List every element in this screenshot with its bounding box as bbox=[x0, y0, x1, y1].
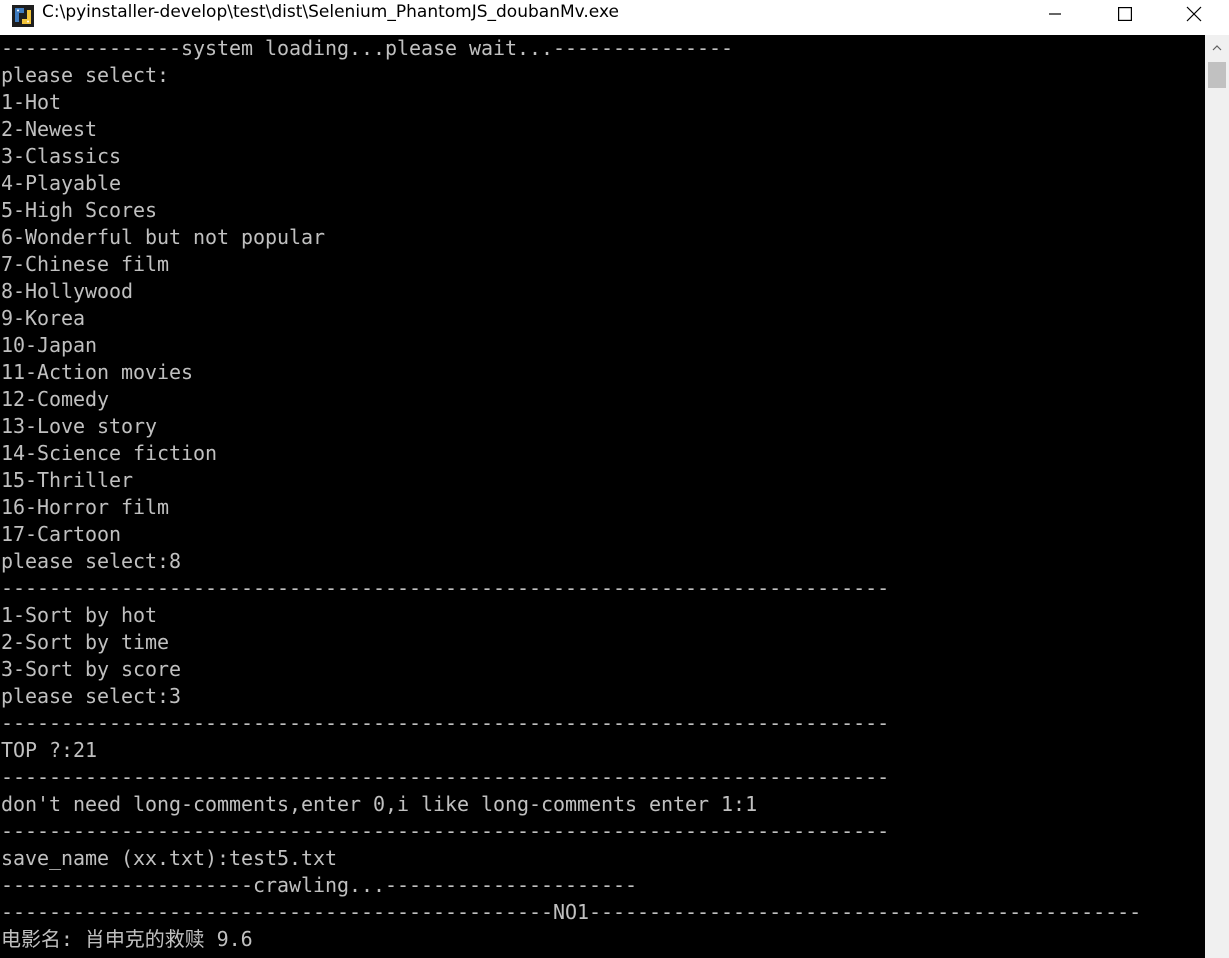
chevron-up-icon bbox=[1212, 38, 1222, 56]
window-title: C:\pyinstaller-develop\test\dist\Seleniu… bbox=[42, 2, 619, 22]
scroll-thumb[interactable] bbox=[1208, 62, 1226, 88]
scroll-up-button[interactable] bbox=[1205, 35, 1229, 59]
console-line: save_name (xx.txt):test5.txt bbox=[1, 846, 338, 870]
console-line: 电影名: 肖申克的救赎 9.6 bbox=[1, 927, 253, 951]
console-line: 2-Sort by time bbox=[1, 630, 170, 654]
console-line: ----------------------------------------… bbox=[1, 576, 890, 600]
console-output[interactable]: ---------------system loading...please w… bbox=[0, 35, 1205, 958]
console-line: 2-Newest bbox=[1, 117, 98, 141]
console-line: please select: bbox=[1, 63, 170, 87]
console-line: 12-Comedy bbox=[1, 387, 110, 411]
console-line: ----------------------------------------… bbox=[1, 819, 890, 843]
console-line: ---------------------crawling...--------… bbox=[1, 873, 638, 897]
close-button[interactable] bbox=[1159, 0, 1229, 28]
console-window: C:\pyinstaller-develop\test\dist\Seleniu… bbox=[0, 0, 1229, 958]
console-line: 13-Love story bbox=[1, 414, 158, 438]
console-line: 7-Chinese film bbox=[1, 252, 170, 276]
console-line: 11-Action movies bbox=[1, 360, 194, 384]
console-line: 15-Thriller bbox=[1, 468, 134, 492]
console-line: 17-Cartoon bbox=[1, 522, 122, 546]
console-line: ----------------------------------------… bbox=[1, 900, 1142, 924]
console-line: please select:3 bbox=[1, 684, 182, 708]
console-line: TOP ?:21 bbox=[1, 738, 98, 762]
console-line: 4-Playable bbox=[1, 171, 122, 195]
console-line: 9-Korea bbox=[1, 306, 86, 330]
console-line: 3-Sort by score bbox=[1, 657, 182, 681]
console-line: 3-Classics bbox=[1, 144, 122, 168]
console-line: ----------------------------------------… bbox=[1, 765, 890, 789]
console-line: don't need long-comments,enter 0,i like … bbox=[1, 792, 758, 816]
minimize-button[interactable] bbox=[1020, 0, 1090, 28]
vertical-scrollbar[interactable] bbox=[1205, 35, 1229, 958]
console-line: 6-Wonderful but not popular bbox=[1, 225, 326, 249]
maximize-icon bbox=[1118, 7, 1132, 21]
minimize-icon bbox=[1048, 7, 1062, 21]
console-line: ---------------system loading...please w… bbox=[1, 36, 734, 60]
console-line: ----------------------------------------… bbox=[1, 711, 890, 735]
console-line: 1-Sort by hot bbox=[1, 603, 158, 627]
console-line: 10-Japan bbox=[1, 333, 98, 357]
console-line: 1-Hot bbox=[1, 90, 62, 114]
title-bar[interactable]: C:\pyinstaller-develop\test\dist\Seleniu… bbox=[0, 0, 1229, 35]
console-line: 8-Hollywood bbox=[1, 279, 134, 303]
python-app-icon bbox=[10, 3, 36, 29]
console-line: 16-Horror film bbox=[1, 495, 170, 519]
console-line: 5-High Scores bbox=[1, 198, 158, 222]
close-icon bbox=[1186, 6, 1202, 22]
console-line: please select:8 bbox=[1, 549, 182, 573]
console-line: 14-Science fiction bbox=[1, 441, 218, 465]
maximize-button[interactable] bbox=[1090, 0, 1160, 28]
